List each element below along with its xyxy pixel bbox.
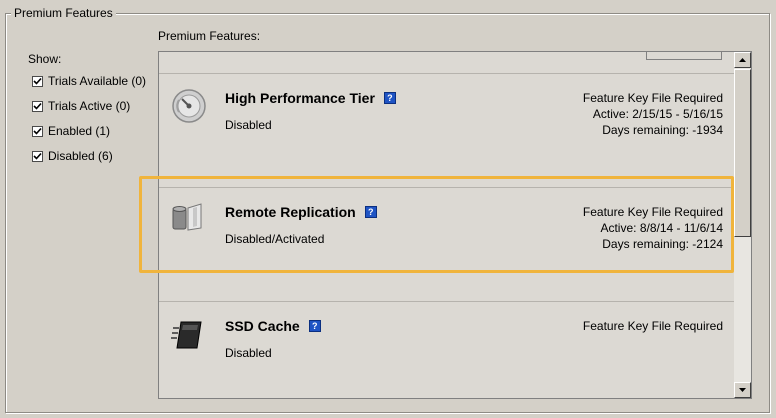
filter-label: Trials Available (0) [48, 74, 147, 88]
feature-name: High Performance Tier ? [225, 90, 396, 106]
feature-name-text: SSD Cache [225, 318, 300, 334]
show-label: Show: [28, 52, 62, 66]
scroll-thumb[interactable] [734, 69, 751, 237]
selection-highlight [139, 176, 734, 273]
help-icon[interactable]: ? [308, 320, 321, 332]
feature-name: SSD Cache ? [225, 318, 321, 334]
feature-meta: Feature Key File Required Active: 2/15/1… [583, 90, 723, 138]
filter-label: Enabled (1) [48, 124, 111, 138]
feature-card-high-performance-tier[interactable]: High Performance Tier ? Disabled Feature… [159, 73, 734, 188]
ssd-icon [171, 316, 207, 352]
group-title: Premium Features [11, 6, 116, 20]
help-icon[interactable]: ? [383, 92, 396, 104]
scroll-down-button[interactable] [734, 382, 751, 398]
filter-disabled[interactable]: Disabled (6) [32, 148, 113, 164]
active-period: Active: 2/15/15 - 5/16/15 [592, 107, 723, 121]
checkbox[interactable] [32, 75, 43, 87]
speedometer-icon [171, 88, 207, 124]
checkbox[interactable] [32, 125, 43, 137]
filter-label: Trials Active (0) [48, 99, 131, 113]
filter-trials-available[interactable]: Trials Available (0) [32, 73, 146, 89]
feature-meta: Feature Key File Required [583, 318, 723, 334]
filter-label: Disabled (6) [48, 149, 113, 163]
scroll-up-button[interactable] [734, 52, 751, 68]
checkbox[interactable] [32, 100, 43, 112]
checkbox[interactable] [32, 150, 43, 162]
feature-status: Disabled [225, 118, 272, 132]
filter-trials-active[interactable]: Trials Active (0) [32, 98, 130, 114]
key-requirement: Feature Key File Required [582, 91, 723, 105]
vertical-scrollbar[interactable] [734, 52, 751, 398]
previous-item-edge [646, 52, 722, 60]
filter-enabled[interactable]: Enabled (1) [32, 123, 110, 139]
days-remaining: Days remaining: -1934 [602, 123, 723, 137]
arrow-down-icon [739, 388, 746, 392]
feature-card-ssd-cache[interactable]: SSD Cache ? Disabled Feature Key File Re… [159, 301, 734, 398]
arrow-up-icon [739, 58, 746, 62]
feature-name-text: High Performance Tier [225, 90, 375, 106]
feature-status: Disabled [225, 346, 272, 360]
list-label: Premium Features: [158, 29, 261, 43]
key-requirement: Feature Key File Required [582, 319, 723, 333]
